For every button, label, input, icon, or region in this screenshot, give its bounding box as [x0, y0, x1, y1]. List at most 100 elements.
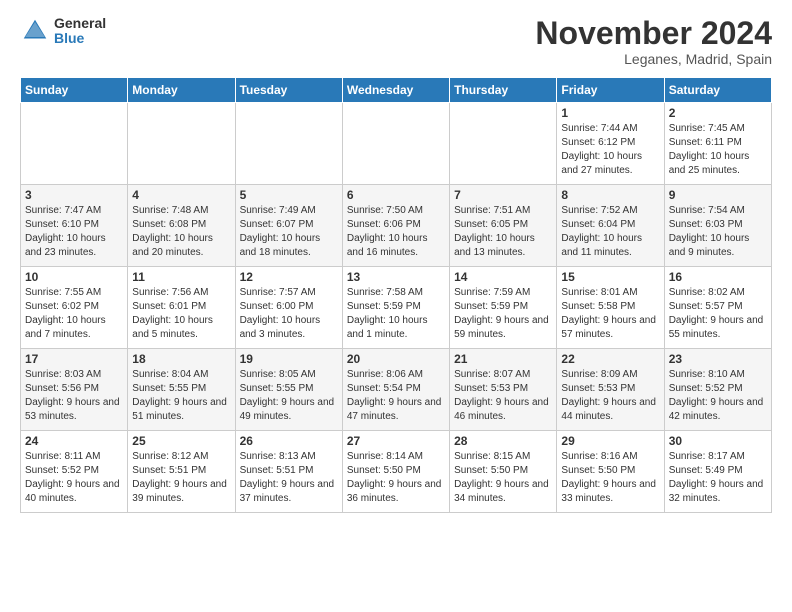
calendar-cell: 25 Sunrise: 8:12 AM Sunset: 5:51 PM Dayli…: [128, 431, 235, 513]
day-info: Sunrise: 7:44 AM Sunset: 6:12 PM Dayligh…: [561, 122, 659, 178]
day-number: 25: [132, 434, 230, 448]
day-info: Sunrise: 8:14 AM Sunset: 5:50 PM Dayligh…: [347, 450, 445, 506]
calendar-cell: 22 Sunrise: 8:09 AM Sunset: 5:53 PM Dayli…: [557, 349, 664, 431]
day-number: 1: [561, 106, 659, 120]
day-number: 24: [25, 434, 123, 448]
calendar-cell: 17Sunrise: 8:03 AM Sunset: 5:56 PM Dayli…: [21, 349, 128, 431]
logo-blue: Blue: [54, 31, 106, 46]
day-info: Sunrise: 8:13 AM Sunset: 5:51 PM Dayligh…: [240, 450, 338, 506]
day-info: Sunrise: 8:16 AM Sunset: 5:50 PM Dayligh…: [561, 450, 659, 506]
day-info: Sunrise: 8:15 AM Sunset: 5:50 PM Dayligh…: [454, 450, 552, 506]
day-number: 26: [240, 434, 338, 448]
calendar-cell: [128, 103, 235, 185]
day-number: 2: [669, 106, 767, 120]
day-info: Sunrise: 7:47 AM Sunset: 6:10 PM Dayligh…: [25, 204, 123, 260]
calendar-cell: 20 Sunrise: 8:06 AM Sunset: 5:54 PM Dayli…: [342, 349, 449, 431]
day-info: Sunrise: 7:55 AM Sunset: 6:02 PM Dayligh…: [25, 286, 123, 342]
title-area: November 2024 Leganes, Madrid, Spain: [535, 16, 772, 67]
day-number: 23: [669, 352, 767, 366]
calendar-cell: 12 Sunrise: 7:57 AM Sunset: 6:00 PM Dayli…: [235, 267, 342, 349]
calendar-cell: 30 Sunrise: 8:17 AM Sunset: 5:49 PM Dayli…: [664, 431, 771, 513]
day-number: 18: [132, 352, 230, 366]
header-monday: Monday: [128, 78, 235, 103]
day-number: 13: [347, 270, 445, 284]
calendar-cell: 6Sunrise: 7:50 AM Sunset: 6:06 PM Daylig…: [342, 185, 449, 267]
calendar-week-3: 10 Sunrise: 7:55 AM Sunset: 6:02 PM Dayli…: [21, 267, 772, 349]
calendar-cell: 19Sunrise: 8:05 AM Sunset: 5:55 PM Dayli…: [235, 349, 342, 431]
logo-general: General: [54, 16, 106, 31]
calendar-cell: 11 Sunrise: 7:56 AM Sunset: 6:01 PM Dayli…: [128, 267, 235, 349]
calendar-cell: 16 Sunrise: 8:02 AM Sunset: 5:57 PM Dayli…: [664, 267, 771, 349]
logo-icon: [20, 16, 50, 46]
day-info: Sunrise: 7:54 AM Sunset: 6:03 PM Dayligh…: [669, 204, 767, 260]
day-info: Sunrise: 8:12 AM Sunset: 5:51 PM Dayligh…: [132, 450, 230, 506]
day-info: Sunrise: 7:57 AM Sunset: 6:00 PM Dayligh…: [240, 286, 338, 342]
calendar-cell: [342, 103, 449, 185]
day-info: Sunrise: 8:01 AM Sunset: 5:58 PM Dayligh…: [561, 286, 659, 342]
calendar-week-2: 3Sunrise: 7:47 AM Sunset: 6:10 PM Daylig…: [21, 185, 772, 267]
day-number: 16: [669, 270, 767, 284]
calendar-cell: 27 Sunrise: 8:14 AM Sunset: 5:50 PM Dayli…: [342, 431, 449, 513]
day-number: 7: [454, 188, 552, 202]
header-friday: Friday: [557, 78, 664, 103]
calendar-cell: 2Sunrise: 7:45 AM Sunset: 6:11 PM Daylig…: [664, 103, 771, 185]
header-row: Sunday Monday Tuesday Wednesday Thursday…: [21, 78, 772, 103]
day-info: Sunrise: 7:51 AM Sunset: 6:05 PM Dayligh…: [454, 204, 552, 260]
header: General Blue November 2024 Leganes, Madr…: [20, 16, 772, 67]
calendar-cell: 13 Sunrise: 7:58 AM Sunset: 5:59 PM Dayli…: [342, 267, 449, 349]
day-number: 10: [25, 270, 123, 284]
calendar-cell: [450, 103, 557, 185]
calendar-cell: 1 Sunrise: 7:44 AM Sunset: 6:12 PM Daylig…: [557, 103, 664, 185]
day-info: Sunrise: 8:07 AM Sunset: 5:53 PM Dayligh…: [454, 368, 552, 424]
day-info: Sunrise: 7:48 AM Sunset: 6:08 PM Dayligh…: [132, 204, 230, 260]
calendar-week-4: 17Sunrise: 8:03 AM Sunset: 5:56 PM Dayli…: [21, 349, 772, 431]
calendar-cell: 24Sunrise: 8:11 AM Sunset: 5:52 PM Dayli…: [21, 431, 128, 513]
day-number: 15: [561, 270, 659, 284]
calendar-cell: 7 Sunrise: 7:51 AM Sunset: 6:05 PM Daylig…: [450, 185, 557, 267]
day-info: Sunrise: 7:58 AM Sunset: 5:59 PM Dayligh…: [347, 286, 445, 342]
header-thursday: Thursday: [450, 78, 557, 103]
day-number: 17: [25, 352, 123, 366]
calendar-table: Sunday Monday Tuesday Wednesday Thursday…: [20, 77, 772, 513]
location: Leganes, Madrid, Spain: [535, 51, 772, 67]
calendar-cell: [21, 103, 128, 185]
calendar-cell: 4 Sunrise: 7:48 AM Sunset: 6:08 PM Daylig…: [128, 185, 235, 267]
day-number: 4: [132, 188, 230, 202]
calendar-cell: 10 Sunrise: 7:55 AM Sunset: 6:02 PM Dayli…: [21, 267, 128, 349]
calendar-cell: 26 Sunrise: 8:13 AM Sunset: 5:51 PM Dayli…: [235, 431, 342, 513]
header-saturday: Saturday: [664, 78, 771, 103]
day-number: 30: [669, 434, 767, 448]
day-number: 22: [561, 352, 659, 366]
day-number: 28: [454, 434, 552, 448]
day-info: Sunrise: 7:52 AM Sunset: 6:04 PM Dayligh…: [561, 204, 659, 260]
logo-text: General Blue: [54, 16, 106, 47]
calendar-cell: 18 Sunrise: 8:04 AM Sunset: 5:55 PM Dayli…: [128, 349, 235, 431]
logo: General Blue: [20, 16, 106, 47]
header-sunday: Sunday: [21, 78, 128, 103]
day-info: Sunrise: 7:56 AM Sunset: 6:01 PM Dayligh…: [132, 286, 230, 342]
calendar-cell: 3Sunrise: 7:47 AM Sunset: 6:10 PM Daylig…: [21, 185, 128, 267]
calendar-cell: 14Sunrise: 7:59 AM Sunset: 5:59 PM Dayli…: [450, 267, 557, 349]
calendar-cell: 8 Sunrise: 7:52 AM Sunset: 6:04 PM Daylig…: [557, 185, 664, 267]
day-info: Sunrise: 7:59 AM Sunset: 5:59 PM Dayligh…: [454, 286, 552, 342]
day-number: 6: [347, 188, 445, 202]
day-number: 19: [240, 352, 338, 366]
day-number: 21: [454, 352, 552, 366]
header-tuesday: Tuesday: [235, 78, 342, 103]
day-info: Sunrise: 8:17 AM Sunset: 5:49 PM Dayligh…: [669, 450, 767, 506]
day-number: 8: [561, 188, 659, 202]
day-info: Sunrise: 8:04 AM Sunset: 5:55 PM Dayligh…: [132, 368, 230, 424]
day-info: Sunrise: 8:09 AM Sunset: 5:53 PM Dayligh…: [561, 368, 659, 424]
day-number: 11: [132, 270, 230, 284]
day-number: 5: [240, 188, 338, 202]
day-info: Sunrise: 8:10 AM Sunset: 5:52 PM Dayligh…: [669, 368, 767, 424]
day-number: 20: [347, 352, 445, 366]
calendar-week-5: 24Sunrise: 8:11 AM Sunset: 5:52 PM Dayli…: [21, 431, 772, 513]
day-number: 27: [347, 434, 445, 448]
calendar-week-1: 1 Sunrise: 7:44 AM Sunset: 6:12 PM Daylig…: [21, 103, 772, 185]
calendar-cell: 28 Sunrise: 8:15 AM Sunset: 5:50 PM Dayli…: [450, 431, 557, 513]
day-info: Sunrise: 8:02 AM Sunset: 5:57 PM Dayligh…: [669, 286, 767, 342]
day-number: 12: [240, 270, 338, 284]
day-number: 9: [669, 188, 767, 202]
day-info: Sunrise: 8:06 AM Sunset: 5:54 PM Dayligh…: [347, 368, 445, 424]
